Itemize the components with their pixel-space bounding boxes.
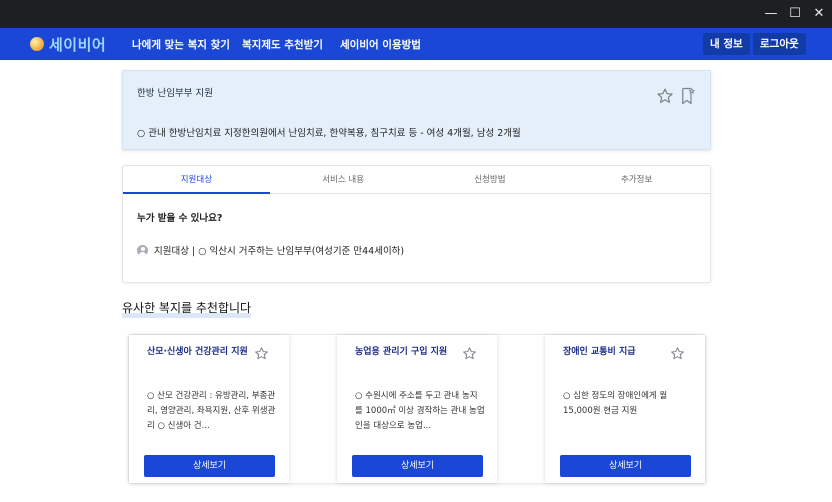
tab-additional-info[interactable]: 추가정보: [563, 166, 710, 193]
tab-service-content[interactable]: 서비스 내용: [270, 166, 417, 193]
recommend-card-desc: ○ 수원시에 주소를 두고 관내 농지를 1000㎡ 이상 경작하는 관내 농업…: [355, 391, 485, 431]
maximize-button[interactable]: ☐: [787, 6, 803, 22]
detail-view-button[interactable]: 상세보기: [560, 455, 691, 477]
eligibility-row: 지원대상 | ○ 익산시 거주하는 난임부부(여성기준 만44세이하): [137, 243, 404, 257]
star-outline-icon[interactable]: [670, 346, 685, 365]
person-icon: [137, 244, 148, 256]
welfare-title: 한방 난임부부 지원: [137, 88, 213, 99]
logout-button[interactable]: 로그아웃: [753, 33, 806, 55]
recommend-card: 농업용 관리기 구입 지원 ○ 수원시에 주소를 두고 관내 농지를 1000㎡…: [337, 335, 497, 483]
my-info-button[interactable]: 내 정보: [703, 33, 750, 55]
logo-mark-icon: [30, 37, 44, 51]
hero-actions: [656, 87, 696, 109]
welfare-description: ○ 관내 한방난임치료 지정한의원에서 난임치료, 한약복용, 침구치료 등 -…: [137, 128, 521, 139]
site-logo[interactable]: 세이비어: [30, 34, 106, 54]
nav-link-recommend[interactable]: 복지제도 추천받기: [242, 37, 323, 52]
star-outline-icon[interactable]: [656, 87, 674, 109]
close-button[interactable]: ✕: [811, 6, 827, 22]
recommend-section-title: 유사한 복지를 추천합니다: [122, 299, 252, 318]
recommend-card-desc: ○ 산모 건강관리 : 유방관리, 부종관리, 영양관리, 좌욕지원, 산후 위…: [147, 391, 276, 431]
minimize-button[interactable]: —: [763, 6, 779, 22]
top-navbar: 세이비어 나에게 맞는 복지 찾기 복지제도 추천받기 세이비어 이용방법 내 …: [0, 28, 832, 60]
recommend-card-title: 산모·신생아 건강관리 지원: [147, 347, 248, 357]
bookmark-outline-icon[interactable]: [680, 87, 696, 109]
tab-application-method[interactable]: 신청방법: [417, 166, 564, 193]
eligibility-text: 지원대상 | ○ 익산시 거주하는 난임부부(여성기준 만44세이하): [154, 246, 405, 257]
detail-view-button[interactable]: 상세보기: [352, 455, 483, 477]
logo-text: 세이비어: [49, 35, 107, 54]
detail-tabs-card: 지원대상 서비스 내용 신청방법 추가정보 누가 받을 수 있나요? 지원대상 …: [122, 165, 711, 283]
window-titlebar: — ☐ ✕: [0, 0, 832, 28]
nav-link-how-to-use[interactable]: 세이비어 이용방법: [340, 37, 421, 52]
recommend-card: 산모·신생아 건강관리 지원 ○ 산모 건강관리 : 유방관리, 부종관리, 영…: [129, 335, 289, 483]
recommend-card-title: 장애인 교통비 지급: [563, 347, 636, 357]
detail-view-button[interactable]: 상세보기: [144, 455, 275, 477]
star-outline-icon[interactable]: [254, 346, 269, 365]
recommend-card: 장애인 교통비 지급 ○ 심한 정도의 장애인에게 월 15,000원 현금 지…: [545, 335, 705, 483]
recommend-card-desc: ○ 심한 정도의 장애인에게 월 15,000원 현금 지원: [563, 391, 668, 416]
recommend-cards-panel: 산모·신생아 건강관리 지원 ○ 산모 건강관리 : 유방관리, 부종관리, 영…: [128, 334, 706, 484]
welfare-summary-card: 한방 난임부부 지원 ○ 관내 한방난임치료 지정한의원에서 난임치료, 한약복…: [122, 70, 711, 150]
tab-bar: 지원대상 서비스 내용 신청방법 추가정보: [123, 166, 710, 194]
recommend-card-title: 농업용 관리기 구입 지원: [355, 347, 448, 357]
tab-eligibility[interactable]: 지원대상: [123, 166, 270, 194]
star-outline-icon[interactable]: [462, 346, 477, 365]
nav-link-find-welfare[interactable]: 나에게 맞는 복지 찾기: [132, 37, 230, 52]
eligibility-question: 누가 받을 수 있나요?: [137, 213, 223, 224]
